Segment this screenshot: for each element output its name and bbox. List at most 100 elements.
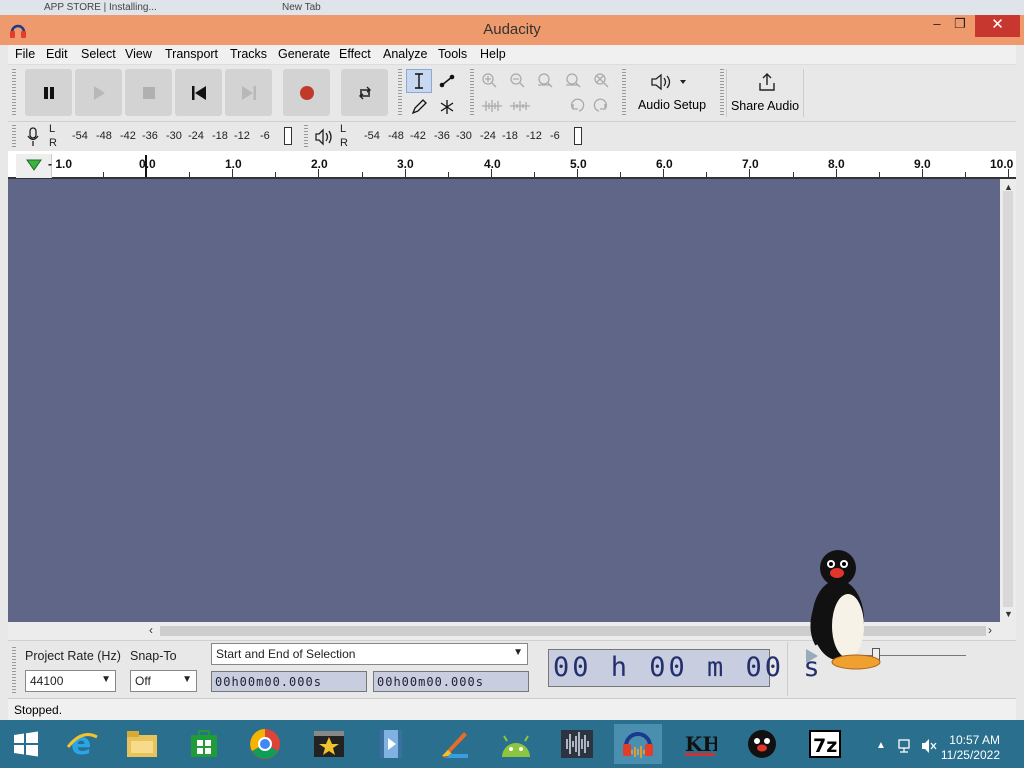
taskbar-android[interactable] xyxy=(492,724,540,764)
chevron-down-icon: ▼ xyxy=(101,674,111,685)
selection-grip[interactable] xyxy=(12,647,16,693)
ruler-label: 5.0 xyxy=(570,157,587,171)
background-tab-2[interactable]: New Tab xyxy=(282,2,321,13)
background-tab-strip: APP STORE | Installing... New Tab xyxy=(0,0,1024,15)
playback-tick: -6 xyxy=(550,130,560,142)
timeline-ruler[interactable]: - 1.0 0.0 1.0 2.0 3.0 4.0 5.0 6.0 7.0 8.… xyxy=(8,151,1016,179)
tools-grip[interactable] xyxy=(398,69,402,117)
audio-position-display[interactable]: 00 h 00 m 00 s xyxy=(548,649,820,687)
taskbar-paint[interactable] xyxy=(430,724,478,764)
record-level-slider[interactable] xyxy=(284,127,292,145)
audio-setup-button[interactable]: Audio Setup xyxy=(628,69,716,117)
ruler-label: 6.0 xyxy=(656,157,673,171)
taskbar-file-explorer[interactable] xyxy=(118,724,166,764)
meter-toolbar: L R -54 -48 -42 -36 -30 -24 -18 -12 -6 L… xyxy=(8,121,1016,151)
ruler-label: 4.0 xyxy=(484,157,501,171)
scroll-right-arrow-icon[interactable]: › xyxy=(988,623,992,637)
playback-meter[interactable]: -54 -48 -42 -36 -30 -24 -18 -12 -6 xyxy=(352,124,588,150)
ruler-label: 0.0 xyxy=(139,157,156,171)
taskbar-pingu[interactable] xyxy=(738,724,786,764)
ruler-tick xyxy=(318,169,320,177)
taskbar-video[interactable] xyxy=(367,724,415,764)
play-button[interactable] xyxy=(75,69,122,116)
menu-tracks[interactable]: Tracks xyxy=(230,47,267,61)
playback-meter-grip[interactable] xyxy=(304,125,308,149)
windows-taskbar: e KH 7z ▲ xyxy=(0,720,1024,768)
ruler-tick xyxy=(620,172,622,177)
taskbar-clock[interactable]: 10:57 AM 11/25/2022 xyxy=(910,733,1000,763)
speaker-icon xyxy=(651,73,686,91)
microphone-icon[interactable] xyxy=(26,127,40,147)
menu-generate[interactable]: Generate xyxy=(278,47,330,61)
vertical-scrollbar[interactable]: ▲ ▼ xyxy=(1000,179,1016,622)
menu-edit[interactable]: Edit xyxy=(46,47,68,61)
snap-to-select[interactable]: Off ▼ xyxy=(130,670,197,692)
toolbar-grip[interactable] xyxy=(12,69,16,117)
restore-button[interactable]: ❐ xyxy=(946,15,974,37)
stop-button[interactable] xyxy=(125,69,172,116)
record-meter[interactable]: -54 -48 -42 -36 -30 -24 -18 -12 -6 xyxy=(62,124,294,150)
menu-view[interactable]: View xyxy=(125,47,152,61)
taskbar-audacity[interactable] xyxy=(614,724,662,764)
taskbar-internet-explorer[interactable]: e xyxy=(58,724,106,764)
taskbar-store[interactable] xyxy=(180,724,228,764)
i-beam-icon xyxy=(415,73,423,89)
record-tick: -54 xyxy=(72,130,88,142)
taskbar-chrome[interactable] xyxy=(241,724,289,764)
pingu-icon xyxy=(748,730,776,758)
edit-grip[interactable] xyxy=(470,69,474,117)
taskbar-wave-editor[interactable] xyxy=(553,724,601,764)
menu-file[interactable]: File xyxy=(15,47,35,61)
selection-tool[interactable] xyxy=(406,69,432,93)
start-button[interactable] xyxy=(2,724,50,764)
scroll-left-arrow-icon[interactable]: ‹ xyxy=(149,623,153,637)
record-button[interactable] xyxy=(283,69,330,116)
play-head-triangle-icon[interactable] xyxy=(26,158,42,172)
project-rate-select[interactable]: 44100 ▼ xyxy=(25,670,116,692)
clock-time: 10:57 AM xyxy=(949,733,1000,747)
share-audio-label: Share Audio xyxy=(730,99,800,113)
menu-effect[interactable]: Effect xyxy=(339,47,371,61)
skip-to-end-button[interactable] xyxy=(225,69,272,116)
selection-mode-select[interactable]: Start and End of Selection ▼ xyxy=(211,643,528,665)
skip-to-start-button[interactable] xyxy=(175,69,222,116)
record-meter-grip[interactable] xyxy=(12,125,16,149)
taskbar-kh[interactable]: KH xyxy=(676,724,724,764)
pause-button[interactable] xyxy=(25,69,72,116)
menu-select[interactable]: Select xyxy=(81,47,116,61)
audio-position-value: 00 h 00 m 00 s xyxy=(553,652,823,683)
share-audio-grip[interactable] xyxy=(720,69,724,117)
multi-tool[interactable] xyxy=(434,95,460,119)
vertical-scroll-thumb[interactable] xyxy=(1003,191,1013,607)
tray-overflow-arrow-icon[interactable]: ▲ xyxy=(876,740,886,751)
ruler-tick xyxy=(706,172,708,177)
menu-transport[interactable]: Transport xyxy=(165,47,218,61)
selection-end-time[interactable]: 00h00m00.000s xyxy=(373,671,529,692)
background-tab-1[interactable]: APP STORE | Installing... xyxy=(44,2,157,13)
loop-button[interactable] xyxy=(341,69,388,116)
scroll-down-arrow-icon[interactable]: ▼ xyxy=(1004,609,1013,619)
share-audio-button[interactable]: Share Audio xyxy=(726,69,804,117)
loop-icon xyxy=(358,86,371,99)
chevron-down-icon: ▼ xyxy=(182,674,192,685)
ruler-tick xyxy=(447,172,449,177)
toolbar: Audio Setup Share Audio xyxy=(8,65,1016,121)
audio-setup-grip[interactable] xyxy=(622,69,626,117)
record-meter-l: L xyxy=(49,123,56,135)
menu-tools[interactable]: Tools xyxy=(438,47,467,61)
pingu-penguin-image xyxy=(810,550,881,670)
close-button[interactable]: ✕ xyxy=(975,15,1020,37)
speaker-icon[interactable] xyxy=(314,128,334,146)
envelope-tool[interactable] xyxy=(434,69,460,93)
playback-level-slider[interactable] xyxy=(574,127,582,145)
menu-help[interactable]: Help xyxy=(480,47,506,61)
zero-marker xyxy=(145,155,147,177)
taskbar-7zip[interactable]: 7z xyxy=(801,724,849,764)
taskbar-movie-maker[interactable] xyxy=(305,724,353,764)
ruler-tick xyxy=(404,169,406,177)
selection-start-time[interactable]: 00h00m00.000s xyxy=(211,671,367,692)
draw-tool[interactable] xyxy=(406,95,432,119)
menu-analyze[interactable]: Analyze xyxy=(383,47,427,61)
ruler-tick xyxy=(189,172,191,177)
ruler-tick xyxy=(533,172,535,177)
